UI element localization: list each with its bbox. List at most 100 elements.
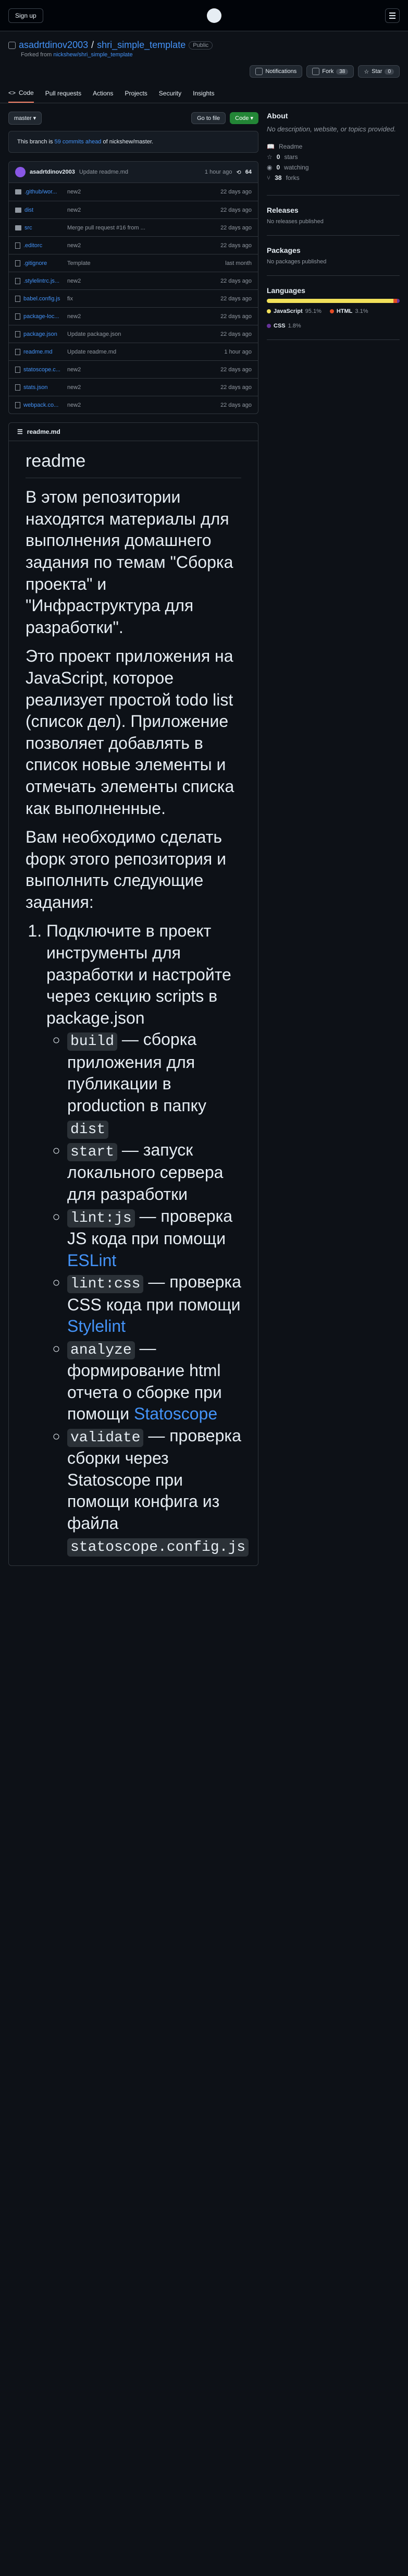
- file-name[interactable]: webpack.co...: [23, 402, 58, 408]
- file-commit-message[interactable]: Merge pull request #16 from ...: [67, 225, 205, 231]
- file-icon: [15, 384, 20, 391]
- file-commit-message[interactable]: new2: [67, 313, 205, 320]
- language-dot-icon: [267, 309, 271, 313]
- repo-owner-link[interactable]: asadrtdinov2003: [19, 40, 88, 51]
- forked-from-link[interactable]: nickshew/shri_simple_template: [53, 52, 132, 58]
- file-name[interactable]: src: [24, 225, 32, 231]
- file-name[interactable]: .stylelintrc.js...: [23, 278, 59, 284]
- tab-insights[interactable]: Insights: [193, 84, 214, 103]
- file-row[interactable]: readme.md Update readme.md 1 hour ago: [9, 343, 258, 360]
- script-tool-link[interactable]: Statoscope: [134, 1404, 217, 1423]
- file-date: 22 days ago: [220, 295, 252, 302]
- file-commit-message[interactable]: new2: [67, 189, 205, 195]
- file-commit-message[interactable]: new2: [67, 384, 205, 391]
- file-icon: [15, 331, 20, 337]
- file-row[interactable]: package-loc... new2 22 days ago: [9, 307, 258, 325]
- script-item: build — сборка приложения для публикации…: [67, 1029, 241, 1139]
- readme-paragraph-3: Вам необходимо сделать форк этого репози…: [26, 828, 226, 912]
- stars-link[interactable]: ☆ 0 stars: [267, 153, 400, 161]
- go-to-file-button[interactable]: Go to file: [191, 112, 226, 124]
- notifications-button[interactable]: Notifications: [250, 65, 303, 78]
- script-tool-link[interactable]: Stylelint: [67, 1317, 126, 1335]
- tab-security[interactable]: Security: [159, 84, 181, 103]
- about-section: About No description, website, or topics…: [267, 112, 400, 196]
- branch-label: master: [14, 115, 32, 121]
- readme-content: readme В этом репозитории находятся мате…: [9, 441, 258, 1565]
- file-name[interactable]: package.json: [23, 331, 57, 337]
- file-row[interactable]: stats.json new2 22 days ago: [9, 378, 258, 396]
- code-button[interactable]: Code ▾: [230, 112, 258, 124]
- file-name[interactable]: .editorc: [23, 242, 42, 249]
- github-logo-icon[interactable]: [206, 8, 221, 23]
- file-icon: [15, 402, 20, 408]
- tab-actions[interactable]: Actions: [93, 84, 113, 103]
- file-name[interactable]: stats.json: [23, 384, 47, 391]
- file-commit-message[interactable]: new2: [67, 367, 205, 373]
- folder-icon: [15, 225, 21, 230]
- tab-pull-requests[interactable]: Pull requests: [45, 84, 81, 103]
- file-commit-message[interactable]: new2: [67, 402, 205, 408]
- file-icon: [15, 313, 20, 320]
- forks-link[interactable]: ⑂ 38 forks: [267, 174, 400, 181]
- file-row[interactable]: .github/wor... new2 22 days ago: [9, 183, 258, 201]
- file-name[interactable]: .github/wor...: [24, 189, 57, 195]
- tab-projects[interactable]: Projects: [125, 84, 147, 103]
- script-name: analyze: [67, 1341, 135, 1359]
- file-name[interactable]: readme.md: [23, 349, 53, 355]
- file-commit-message[interactable]: new2: [67, 242, 205, 249]
- branch-select[interactable]: master ▾: [8, 112, 42, 125]
- file-name[interactable]: package-loc...: [23, 313, 59, 320]
- stars-label: stars: [284, 153, 298, 161]
- file-commit-message[interactable]: Update readme.md: [67, 349, 205, 355]
- file-name[interactable]: dist: [24, 207, 33, 213]
- avatar[interactable]: [15, 167, 26, 177]
- file-name[interactable]: .gitignore: [23, 260, 47, 266]
- ahead-prefix: This branch is: [17, 139, 53, 145]
- tab-code[interactable]: <> Code: [8, 84, 34, 103]
- language-item[interactable]: CSS 1.8%: [267, 323, 301, 329]
- file-name[interactable]: babel.config.js: [23, 296, 60, 302]
- language-item[interactable]: HTML 3.1%: [329, 308, 368, 314]
- file-row[interactable]: src Merge pull request #16 from ... 22 day…: [9, 218, 258, 236]
- file-date: 22 days ago: [220, 242, 252, 249]
- file-row[interactable]: .editorc new2 22 days ago: [9, 236, 258, 254]
- file-commit-message[interactable]: fix: [67, 296, 205, 302]
- packages-title[interactable]: Packages: [267, 246, 400, 254]
- file-row[interactable]: .stylelintrc.js... new2 22 days ago: [9, 272, 258, 289]
- script-item: lint:js — проверка JS кода при помощи ES…: [67, 1206, 241, 1272]
- file-commit-message[interactable]: Update package.json: [67, 331, 205, 337]
- file-date: 22 days ago: [220, 224, 252, 231]
- watching-link[interactable]: ◉ 0 watching: [267, 164, 400, 171]
- commit-message[interactable]: Update readme.md: [79, 169, 201, 175]
- repo-name-link[interactable]: shri_simple_template: [97, 40, 186, 51]
- commit-count[interactable]: 64: [245, 169, 252, 175]
- list-icon[interactable]: ☰: [17, 428, 23, 435]
- language-dot-icon: [267, 323, 271, 328]
- star-button[interactable]: ☆ Star 0: [358, 65, 400, 78]
- file-name[interactable]: statoscope.c...: [23, 367, 60, 373]
- file-row[interactable]: .gitignore Template last month: [9, 254, 258, 272]
- fork-button[interactable]: Fork 38: [306, 65, 354, 78]
- packages-text: No packages published: [267, 258, 327, 265]
- file-row[interactable]: webpack.co... new2 22 days ago: [9, 396, 258, 414]
- file-commit-message[interactable]: new2: [67, 278, 205, 284]
- menu-icon[interactable]: [385, 8, 400, 23]
- file-row[interactable]: babel.config.js fix 22 days ago: [9, 289, 258, 307]
- ahead-link[interactable]: 59 commits ahead: [55, 139, 102, 145]
- sign-up-button[interactable]: Sign up: [8, 8, 43, 23]
- language-item[interactable]: JavaScript 95.1%: [267, 308, 322, 314]
- file-commit-message[interactable]: new2: [67, 207, 205, 213]
- file-commit-message[interactable]: Template: [67, 260, 205, 266]
- file-row[interactable]: statoscope.c... new2 22 days ago: [9, 360, 258, 378]
- commit-author[interactable]: asadrtdinov2003: [30, 169, 75, 175]
- file-date: 22 days ago: [220, 384, 252, 391]
- file-row[interactable]: dist new2 22 days ago: [9, 201, 258, 218]
- script-tool-link[interactable]: ESLint: [67, 1251, 116, 1270]
- releases-title[interactable]: Releases: [267, 206, 400, 214]
- file-row[interactable]: package.json Update package.json 22 days a…: [9, 325, 258, 343]
- tab-actions-label: Actions: [93, 90, 114, 97]
- file-icon: [15, 260, 20, 266]
- language-name: JavaScript: [274, 308, 303, 314]
- task-item-text: Подключите в проект инструменты для разр…: [46, 921, 231, 1027]
- readme-link[interactable]: 📖 Readme: [267, 143, 400, 150]
